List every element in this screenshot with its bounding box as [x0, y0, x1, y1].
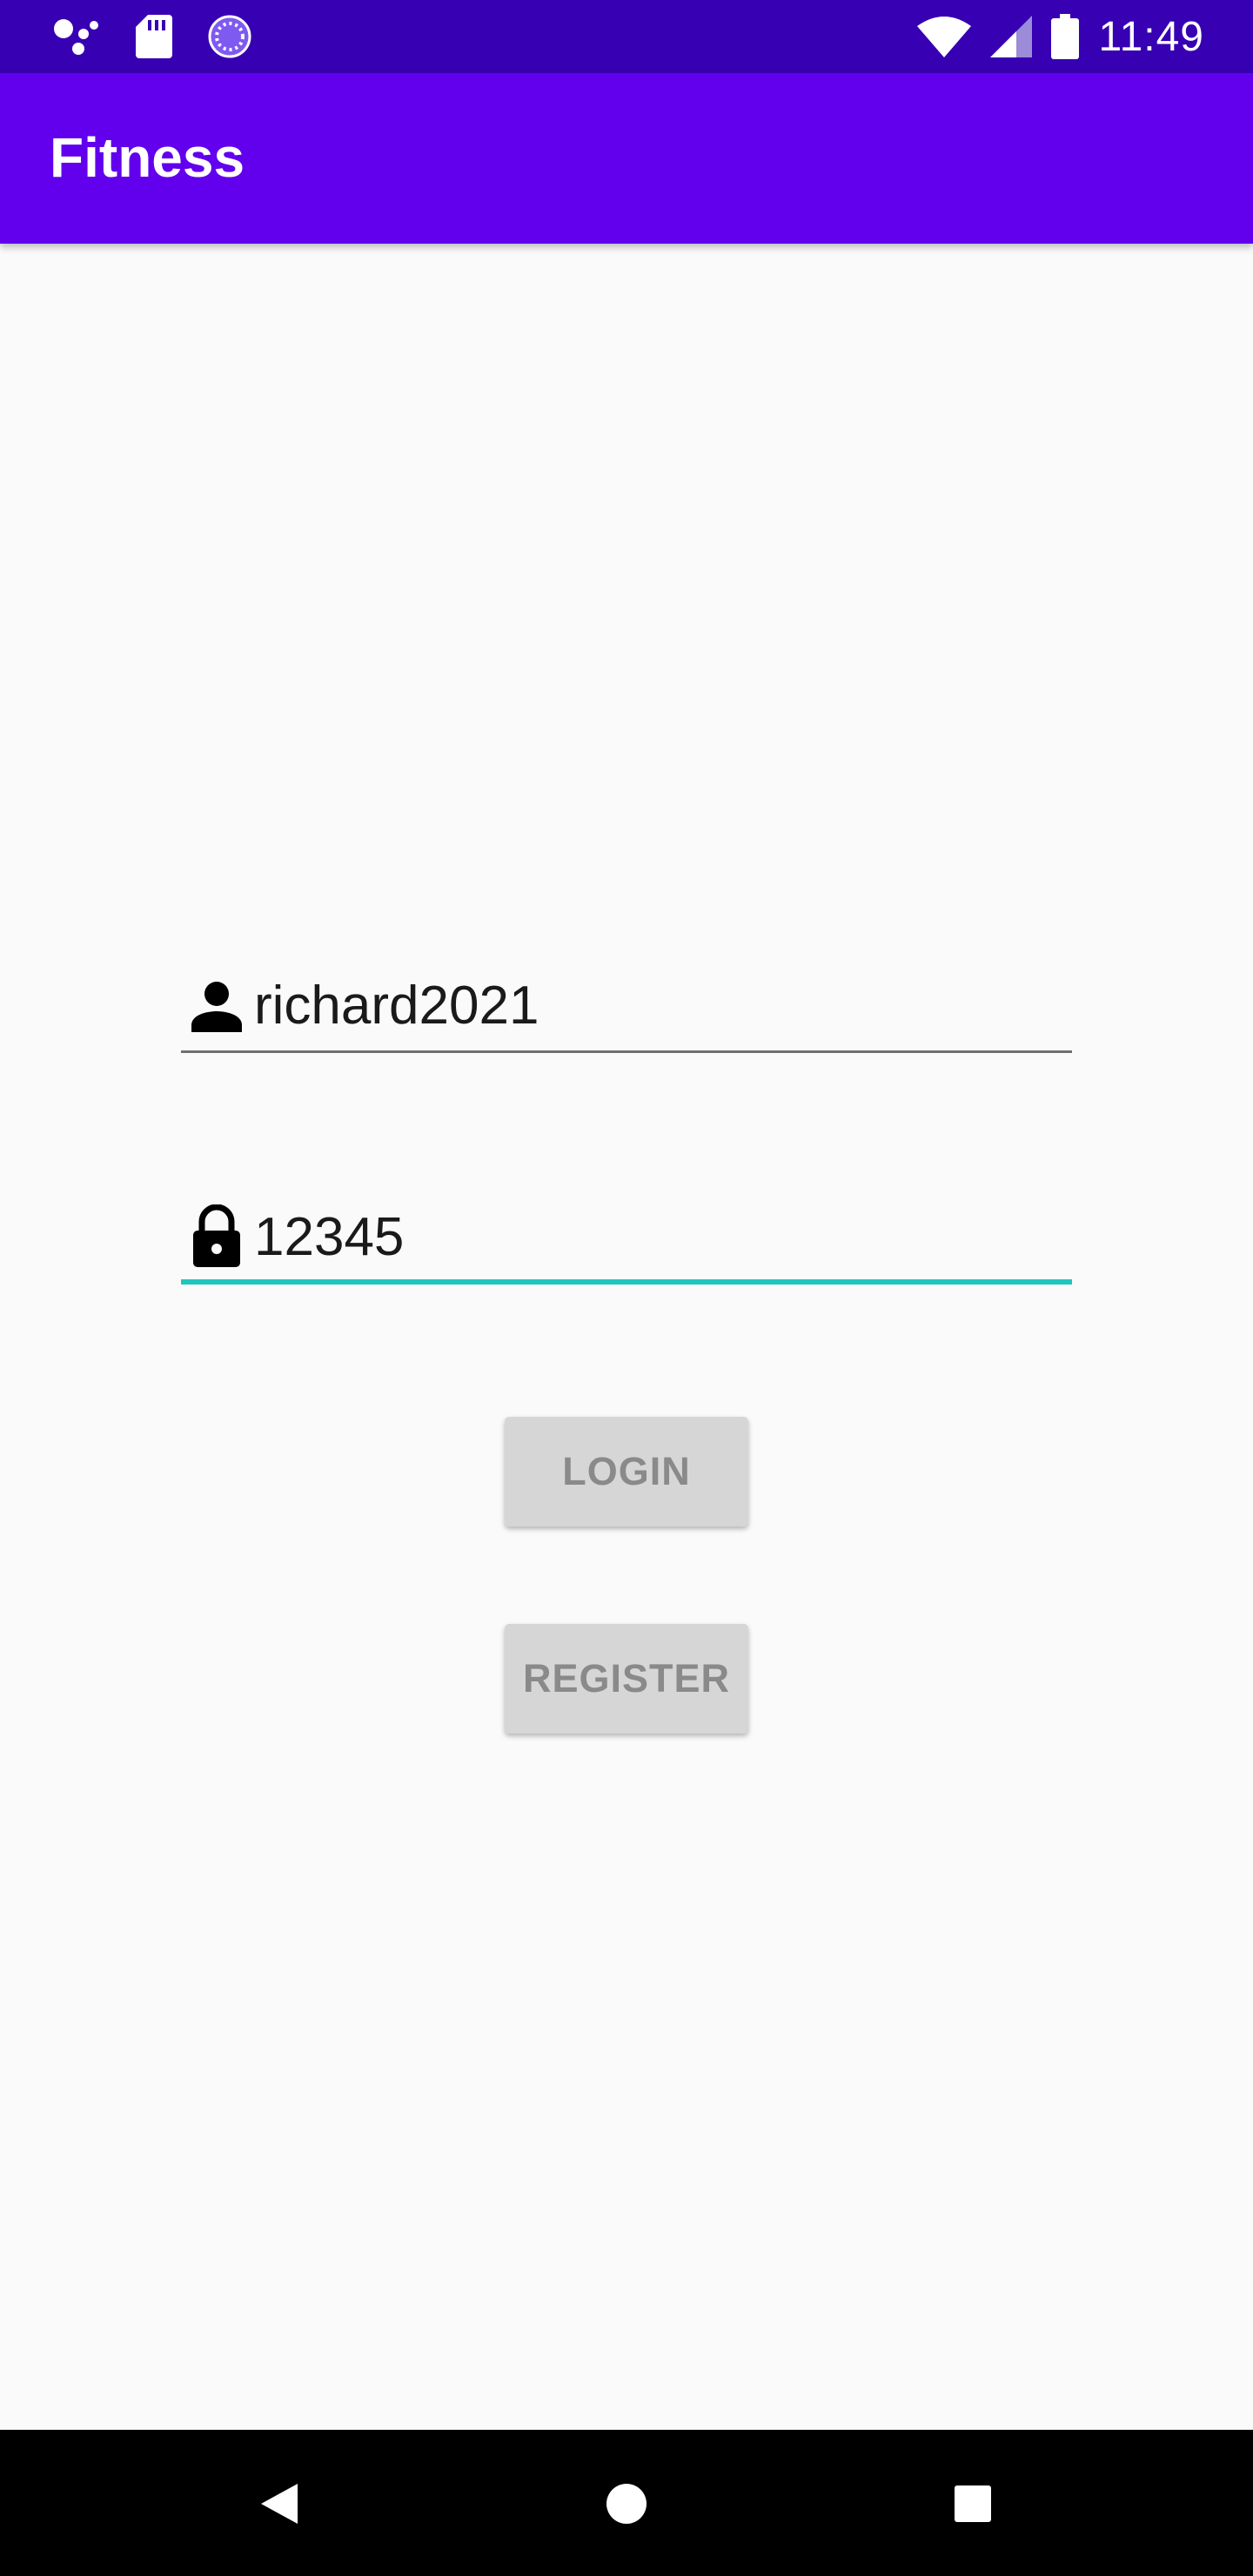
status-bar: 11:49 [0, 0, 1253, 73]
wifi-icon [917, 17, 972, 57]
screen: 11:49 Fitness richard2021 12345 LOGIN RE… [0, 0, 1253, 2576]
password-field[interactable]: 12345 [181, 1194, 1072, 1285]
app-bar: Fitness [0, 73, 1253, 244]
login-button[interactable]: LOGIN [505, 1417, 748, 1526]
username-underline [181, 1050, 1072, 1053]
back-icon[interactable] [244, 2473, 313, 2534]
signal-icon [990, 16, 1033, 57]
status-bar-right: 11:49 [917, 10, 1204, 63]
navigation-bar [0, 2430, 1253, 2576]
password-value: 12345 [254, 1207, 405, 1267]
username-field[interactable]: richard2021 [181, 963, 1072, 1053]
username-value: richard2021 [254, 976, 539, 1036]
sync-icon [208, 15, 251, 58]
register-button[interactable]: REGISTER [505, 1624, 748, 1734]
assistant-icon [54, 19, 98, 55]
person-icon [191, 982, 242, 1032]
recents-icon[interactable] [938, 2473, 1008, 2534]
app-title: Fitness [50, 126, 245, 189]
password-underline [181, 1279, 1072, 1285]
home-icon[interactable] [592, 2473, 661, 2534]
lock-icon [193, 1204, 240, 1267]
battery-icon [1051, 14, 1080, 59]
status-time: 11:49 [1098, 13, 1204, 60]
status-bar-left [52, 14, 252, 59]
sd-card-icon [136, 15, 172, 58]
